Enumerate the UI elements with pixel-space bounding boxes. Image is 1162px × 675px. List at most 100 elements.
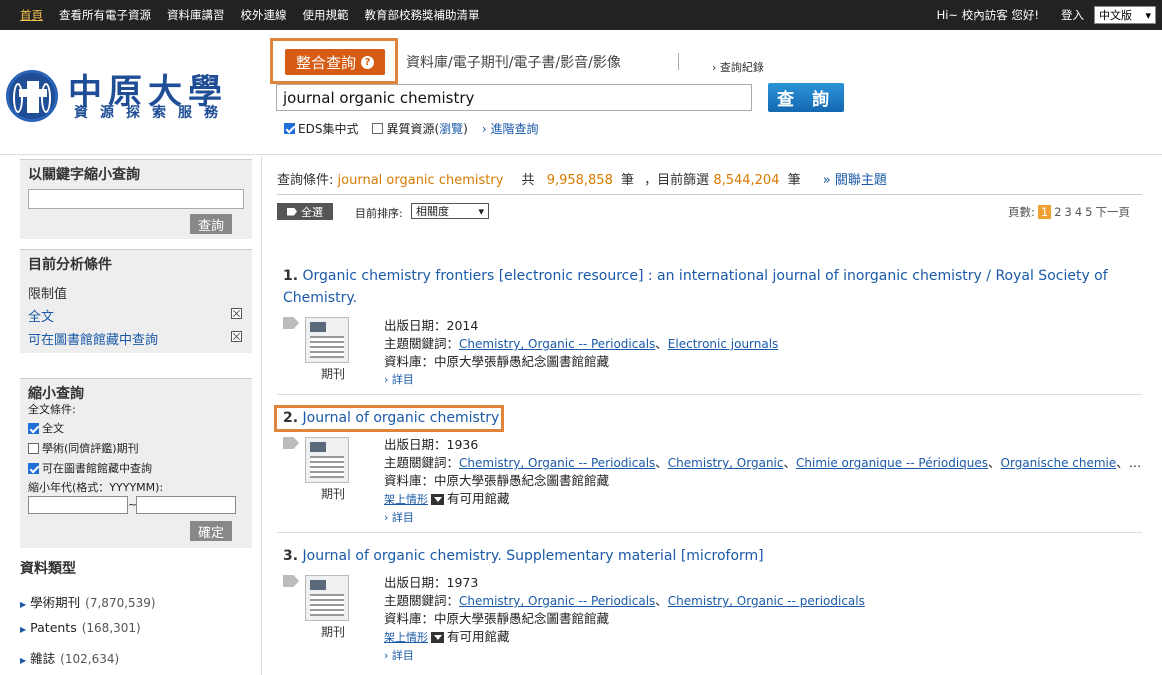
remove-icon[interactable] — [231, 331, 242, 342]
shelf-status-link[interactable]: 架上情形 — [384, 493, 428, 506]
integrated-search-label: 整合查詢 — [295, 53, 356, 72]
facet-magazines[interactable]: ▶ 雜誌 (102,634) — [20, 648, 119, 667]
year-from-input[interactable] — [28, 496, 128, 514]
tag-icon[interactable] — [283, 575, 299, 587]
subject-link[interactable]: Chemistry, Organic -- Periodicals — [459, 456, 655, 470]
language-value: 中文版 — [1099, 9, 1132, 22]
subject-link[interactable]: Chemistry, Organic -- Periodicals — [459, 337, 655, 351]
nav-usage-rules[interactable]: 使用規範 — [303, 7, 349, 23]
result-item-3: 3. Journal of organic chemistry. Supplem… — [283, 545, 1133, 662]
nav-moe-list[interactable]: 教育部校務獎補助清單 — [365, 7, 480, 23]
select-all-button[interactable]: 全選 — [277, 203, 333, 220]
library-checkbox[interactable] — [28, 462, 39, 474]
filter-unit: 筆 — [787, 173, 801, 188]
confirm-button[interactable]: 確定 — [190, 521, 232, 541]
holdings-text: 有可用館藏 — [447, 629, 510, 644]
fulltext-condition-label: 全文條件: — [28, 403, 76, 416]
subject-link[interactable]: Chemistry, Organic -- Periodicals — [459, 594, 655, 608]
subject-link[interactable]: Organische chemie — [1001, 456, 1117, 470]
page-2[interactable]: 2 — [1054, 205, 1061, 219]
integrated-search-tab[interactable]: 整合查詢? — [285, 49, 385, 75]
greeting-text: Hi~ 校內訪客 您好! — [936, 8, 1039, 22]
shelf-status-link[interactable]: 架上情形 — [384, 631, 428, 644]
page-5[interactable]: 5 — [1085, 205, 1092, 219]
nav-offcampus[interactable]: 校外連線 — [241, 7, 287, 23]
keyword-narrow-input[interactable] — [28, 189, 244, 209]
search-input[interactable] — [276, 84, 752, 111]
other-search-types[interactable]: 資料庫/電子期刊/電子書/影音/影像 — [406, 52, 621, 72]
search-button[interactable]: 查 詢 — [768, 83, 844, 112]
dropdown-icon[interactable] — [431, 632, 444, 643]
hetero-checkbox[interactable] — [372, 123, 384, 134]
subject-link[interactable]: Chimie organique -- Périodiques — [796, 456, 988, 470]
result-title-link[interactable]: 1. Organic chemistry frontiers [electron… — [283, 265, 1133, 309]
detail-link[interactable]: › 詳目 — [384, 371, 778, 389]
result-metadata: 出版日期：1973 主題關鍵詞：Chemistry, Organic -- Pe… — [384, 574, 865, 665]
condition-library[interactable]: 可在圖書館館藏中查詢 — [28, 329, 242, 348]
keyword-search-button[interactable]: 查詢 — [190, 214, 232, 234]
nav-all-eresources[interactable]: 查看所有電子資源 — [59, 7, 151, 23]
related-topics-link[interactable]: » 關聯主題 — [823, 173, 887, 188]
limit-label: 限制值 — [28, 287, 68, 302]
result-title-link[interactable]: 3. Journal of organic chemistry. Supplem… — [283, 545, 1133, 567]
browse-link[interactable]: 瀏覽 — [439, 120, 463, 137]
university-logo[interactable]: 中原大學 資源探索服務 — [6, 68, 246, 122]
nav-home[interactable]: 首頁 — [20, 7, 43, 23]
detail-link[interactable]: › 詳目 — [384, 509, 1141, 527]
current-conditions-panel: 目前分析條件 限制值 全文 可在圖書館館藏中查詢 — [20, 249, 252, 353]
nav-db-training[interactable]: 資料庫講習 — [167, 7, 225, 23]
sort-select[interactable]: 相關度 ▾ — [411, 203, 489, 219]
peer-reviewed-checkbox[interactable] — [28, 442, 39, 454]
query-summary: 查詢條件: journal organic chemistry 共 9,958,… — [277, 169, 887, 188]
keyword-narrow-panel: 以關鍵字縮小查詢 查詢 — [20, 159, 252, 239]
emblem-icon — [6, 70, 58, 122]
tag-icon[interactable] — [283, 437, 299, 449]
divider — [678, 53, 679, 70]
publication-type: 期刊 — [321, 625, 346, 639]
tag-icon[interactable] — [283, 317, 299, 329]
fulltext-checkbox[interactable] — [28, 422, 39, 434]
login-link[interactable]: 登入 — [1061, 7, 1084, 23]
next-page-link[interactable]: 下一頁 — [1096, 204, 1131, 220]
dropdown-icon[interactable] — [431, 494, 444, 505]
eds-checkbox[interactable] — [284, 123, 295, 134]
filter-peer-reviewed-label: 學術(同儕評鑑)期刊 — [42, 442, 139, 455]
subject-link[interactable]: Chemistry, Organic — [668, 456, 784, 470]
remove-icon[interactable] — [231, 308, 242, 319]
top-nav-links: 首頁 查看所有電子資源 資料庫講習 校外連線 使用規範 教育部校務獎補助清單 — [12, 0, 488, 30]
result-thumbnail: 期刊 — [283, 317, 363, 387]
page-1[interactable]: 1 — [1037, 205, 1052, 219]
help-icon[interactable]: ? — [361, 55, 374, 69]
result-metadata: 出版日期：2014 主題關鍵詞：Chemistry, Organic -- Pe… — [384, 317, 778, 389]
total-unit: 筆 — [621, 173, 635, 188]
triangle-right-icon: ▶ — [20, 656, 27, 665]
results-toolbar: 全選 目前排序: 相關度 ▾ 頁數: 1 2 3 4 5 下一頁 — [277, 203, 1142, 221]
subjects-label: 主題關鍵詞： — [384, 336, 460, 351]
pub-date: 出版日期：2014 — [384, 318, 479, 333]
page-3[interactable]: 3 — [1065, 205, 1072, 219]
page-4[interactable]: 4 — [1075, 205, 1082, 219]
year-to-input[interactable] — [136, 496, 236, 514]
search-options: EDS集中式 異質資源(瀏覽) › 進階查詢 — [284, 120, 552, 137]
result-thumbnail: 期刊 — [283, 437, 363, 507]
language-select[interactable]: 中文版 ▾ — [1094, 6, 1156, 24]
search-history-link[interactable]: › 查詢紀錄 — [712, 59, 764, 75]
emblem-cross-horizontal — [19, 89, 47, 97]
sort-label: 目前排序: — [355, 207, 403, 220]
subject-link[interactable]: Chemistry, Organic -- periodicals — [668, 594, 865, 608]
result-2-highlight-box — [274, 405, 504, 432]
facet-academic-journals[interactable]: ▶ 學術期刊 (7,870,539) — [20, 592, 156, 611]
detail-link[interactable]: › 詳目 — [384, 647, 865, 665]
facet-name: 學術期刊 — [30, 595, 81, 610]
advanced-search-link[interactable]: › 進階查詢 — [482, 120, 539, 137]
emblem-right-wing — [41, 83, 51, 113]
result-number: 1. — [283, 268, 299, 284]
condition-fulltext[interactable]: 全文 — [28, 306, 242, 325]
chevron-down-icon: ▾ — [1145, 8, 1151, 22]
total-prefix: 共 — [521, 173, 535, 188]
publication-type: 期刊 — [321, 367, 346, 381]
subject-link[interactable]: Electronic journals — [668, 337, 779, 351]
triangle-right-icon: ▶ — [20, 600, 27, 609]
facet-patents[interactable]: ▶ Patents (168,301) — [20, 620, 141, 635]
chevron-down-icon: ▾ — [478, 204, 484, 218]
